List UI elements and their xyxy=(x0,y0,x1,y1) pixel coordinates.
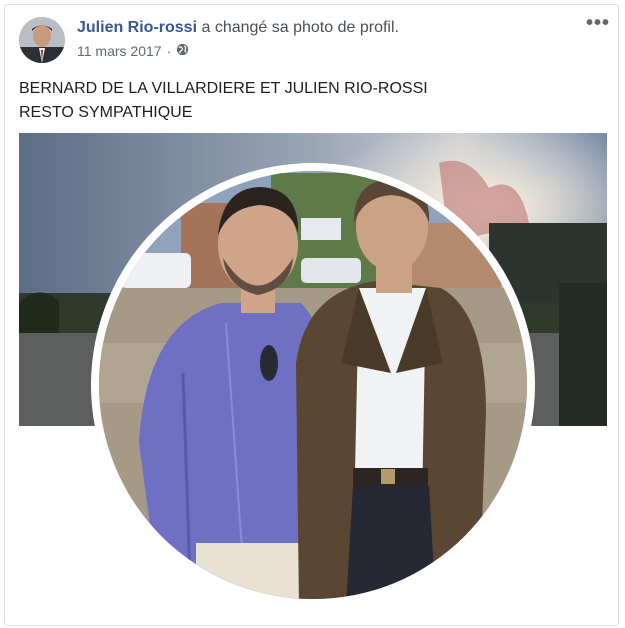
post-caption: BERNARD DE LA VILLARDIERE ET JULIEN RIO-… xyxy=(19,77,428,125)
caption-line-1: BERNARD DE LA VILLARDIERE ET JULIEN RIO-… xyxy=(19,80,428,97)
profile-photo[interactable] xyxy=(91,163,535,607)
facebook-post: Julien Rio-rossi a changé sa photo de pr… xyxy=(4,4,619,626)
more-options-button[interactable]: ••• xyxy=(586,13,610,33)
meta-separator: · xyxy=(166,43,172,59)
author-link[interactable]: Julien Rio-rossi xyxy=(77,19,197,36)
post-date[interactable]: 11 mars 2017 xyxy=(77,43,162,59)
caption-line-2: RESTO SYMPATHIQUE xyxy=(19,104,193,121)
post-action-text: a changé sa photo de profil. xyxy=(201,19,399,36)
post-header: Julien Rio-rossi a changé sa photo de pr… xyxy=(77,19,399,37)
avatar-photo xyxy=(19,17,65,63)
avatar[interactable] xyxy=(19,17,65,63)
globe-icon[interactable] xyxy=(176,43,189,59)
post-meta: 11 mars 2017 · xyxy=(77,43,189,59)
